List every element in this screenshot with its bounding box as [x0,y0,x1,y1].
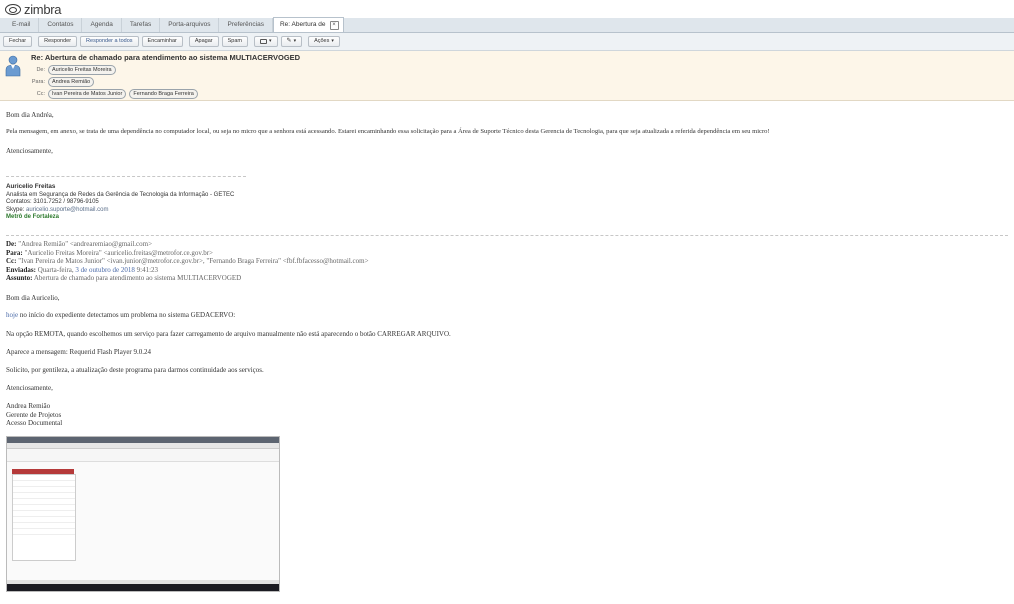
quoted-subject-label: Assunto: [6,274,33,282]
print-button[interactable]: ▾ [254,36,278,47]
tab-open-message[interactable]: Re: Abertura de × [272,17,344,32]
signature-skype-label: Skype: [6,206,27,213]
cc-row: Cc: Ivan Pereira de Matos Junior Fernand… [25,89,198,99]
quoted-from-email: <andrearemiao@gmail.com> [69,240,153,248]
chevron-down-icon: ▾ [293,38,297,44]
to-row: Para: Andrea Remião [25,77,95,87]
screenshot-taskbar [7,584,279,591]
to-label: Para: [31,79,45,85]
quoted-sent-time: 9:41:23 [136,265,159,274]
attached-screenshot-image[interactable] [6,436,280,592]
chevron-down-icon: ▾ [331,38,334,44]
signature-company: Metrô de Fortaleza [6,214,60,220]
quoted-paragraph-1-text: no início do expediente detectamos um pr… [19,311,236,319]
cc-address-chip[interactable]: Ivan Pereira de Matos Junior [48,89,127,99]
message-subject: Re: Abertura de chamado para atendimento… [31,53,301,62]
tab-briefcase[interactable]: Porta-arquivos [160,18,220,32]
quoted-today-link[interactable]: hoje [6,311,18,319]
reply-greeting: Bom dia Andréa, [6,111,54,119]
tab-tasks[interactable]: Tarefas [122,18,161,32]
tag-icon: ✎ [286,38,292,44]
signature-block: Auricelio Freitas Analista em Segurança … [6,183,234,222]
quoted-cc-email: <ivan.junior@metrofor.ce.gov.br> [106,257,203,265]
close-icon[interactable]: × [329,20,339,30]
spam-button[interactable]: Spam [221,36,249,47]
zimbra-logo-icon [5,3,21,15]
quoted-to-name: "Auricelio Freitas Moreira" [24,248,102,257]
tab-email[interactable]: E-mail [4,18,40,32]
quoted-paragraph-4: Solicito, por gentileza, a atualização d… [6,366,264,374]
signature-skype[interactable]: auricelio.suporte@hotmail.com [26,207,108,213]
actions-label: Ações [314,38,330,44]
from-label: De: [36,67,45,73]
quoted-to-email: <auricelio.freitas@metrofor.ce.gov.br> [103,248,213,257]
tab-calendar[interactable]: Agenda [82,18,122,32]
signature-role: Analista em Segurança de Redes da Gerênc… [6,191,235,198]
quoted-sent-day: Quarta-feira, [37,265,74,274]
quoted-subject: Abertura de chamado para atendimento ao … [33,274,242,282]
quoted-cc-name: , "Fernando Braga Ferreira" [202,257,281,265]
delete-button[interactable]: Apagar [188,36,219,47]
app-tabs: E-mail Contatos Agenda Tarefas Porta-arq… [0,17,1014,33]
quoted-to-label: Para: [6,248,23,257]
quoted-signature-role: Gerente de Projetos [6,410,62,419]
quoted-greeting: Bom dia Auricelio, [6,294,60,302]
tab-preferences[interactable]: Preferências [219,18,273,32]
quoted-sent-date[interactable]: 3 de outubro de 2018 [75,266,135,274]
message-toolbar: Fechar Responder Responder a todos Encam… [0,33,1014,51]
quoted-from-name: "Andrea Remião" [18,240,69,248]
screenshot-toolbar [7,449,279,462]
cc-address-chip[interactable]: Fernando Braga Ferreira [129,89,198,99]
quoted-from-label: De: [6,240,17,248]
forward-button[interactable]: Encaminhar [141,36,183,47]
logo-text: zimbra [24,1,62,17]
from-address-chip[interactable]: Auricelio Freitas Moreira [48,65,116,75]
quoted-sent-label: Enviadas: [6,265,36,274]
to-address-chip[interactable]: Andrea Remião [48,77,95,87]
close-button[interactable]: Fechar [3,36,33,47]
quoted-cc-label: Cc: [6,257,17,265]
quoted-signature-name: Andrea Remião [6,402,51,410]
quote-divider [6,235,1008,236]
quoted-paragraph-2: Na opção REMOTA, quando escolhemos um se… [6,330,451,338]
actions-button[interactable]: Ações ▾ [308,36,340,47]
reply-all-button[interactable]: Responder a todos [80,36,139,47]
from-row: De: Auricelio Freitas Moreira [25,65,116,75]
zimbra-logo[interactable]: zimbra [5,1,62,17]
quoted-paragraph-3: Aparece a mensagem: Requerid Flash Playe… [6,348,152,356]
signature-contacts: Contatos: 3101.7252 / 98796-9105 [6,199,99,205]
top-bar: zimbra [0,0,1014,18]
quoted-paragraph-1: hoje no início do expediente detectamos … [6,311,235,319]
message-header: Re: Abertura de chamado para atendimento… [0,51,1014,101]
quoted-cc-email: <fbf.fbfacesso@hotmail.com> [282,257,369,265]
tag-button[interactable]: ✎ ▾ [280,36,303,47]
chevron-down-icon: ▾ [269,38,272,44]
cc-label: Cc: [36,91,45,97]
quoted-signature-dept: Acesso Documental [6,419,63,427]
print-icon [260,39,268,44]
tab-open-message-label: Re: Abertura de [279,21,326,28]
quoted-headers: De: "Andrea Remião" <andrearemiao@gmail.… [6,240,369,283]
screenshot-form [12,474,76,561]
quoted-cc-name: "Ivan Pereira de Matos Junior" [18,257,105,265]
avatar-icon [5,55,21,77]
signature-name: Auricelio Freitas [6,183,56,190]
signature-divider [6,176,246,177]
reply-paragraph: Pela mensagem, em anexo, se trata de uma… [6,128,770,135]
tab-contacts[interactable]: Contatos [39,18,83,32]
screenshot-form-row [13,529,75,535]
reply-closing: Atenciosamente, [6,147,53,155]
quoted-signature: Andrea Remião Gerente de Projetos Acesso… [6,402,62,428]
quoted-closing: Atenciosamente, [6,384,53,392]
reply-button[interactable]: Responder [38,36,78,47]
